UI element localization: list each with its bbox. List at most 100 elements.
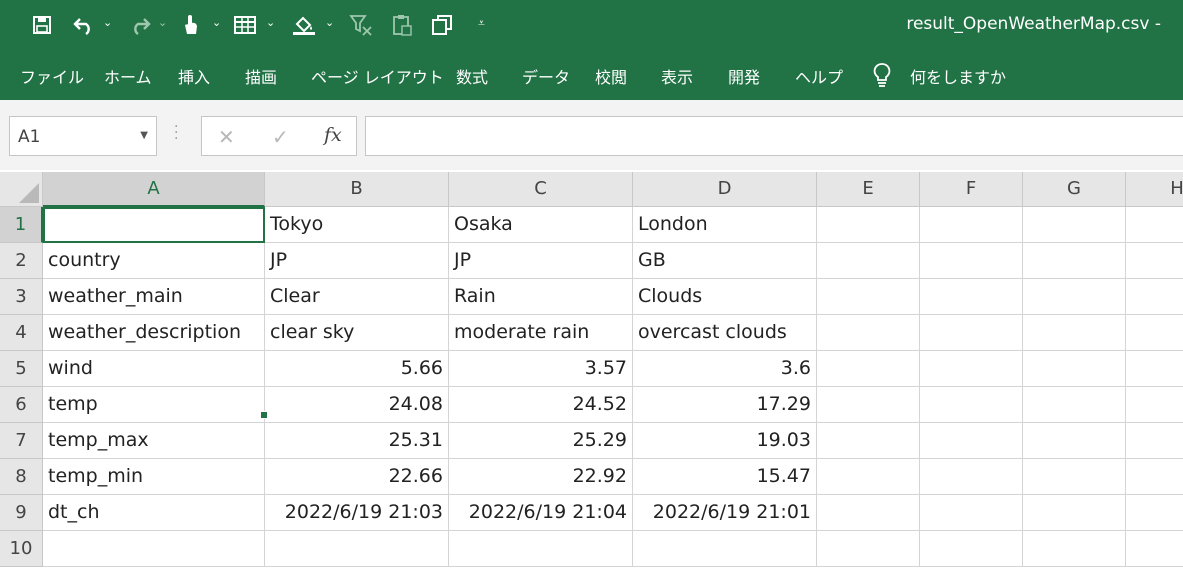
cell-e7[interactable] <box>817 423 920 459</box>
column-header-d[interactable]: D <box>633 172 817 207</box>
redo-dropdown-icon[interactable]: ⌄ <box>158 16 167 29</box>
tab-data[interactable]: データ <box>522 64 570 88</box>
cell-d10[interactable] <box>633 531 817 567</box>
cell-e2[interactable] <box>817 243 920 279</box>
cell-a6[interactable]: temp <box>43 387 265 423</box>
cell-d7[interactable]: 19.03 <box>633 423 817 459</box>
name-box[interactable]: A1 ▼ <box>9 116 157 156</box>
tab-home[interactable]: ホーム <box>104 64 152 88</box>
cell-g10[interactable] <box>1023 531 1126 567</box>
cell-f8[interactable] <box>920 459 1023 495</box>
cell-g9[interactable] <box>1023 495 1126 531</box>
cell-a5[interactable]: wind <box>43 351 265 387</box>
cell-f4[interactable] <box>920 315 1023 351</box>
row-header-3[interactable]: 3 <box>0 279 43 315</box>
table-dropdown-icon[interactable]: ⌄ <box>266 16 275 29</box>
row-header-6[interactable]: 6 <box>0 387 43 423</box>
cell-b8[interactable]: 22.66 <box>265 459 449 495</box>
row-header-4[interactable]: 4 <box>0 315 43 351</box>
column-header-b[interactable]: B <box>265 172 449 207</box>
cell-h6[interactable] <box>1126 387 1183 423</box>
cell-h4[interactable] <box>1126 315 1183 351</box>
formula-input[interactable] <box>365 116 1183 156</box>
cell-f5[interactable] <box>920 351 1023 387</box>
confirm-entry-icon[interactable]: ✓ <box>272 125 289 149</box>
cell-c10[interactable] <box>449 531 633 567</box>
column-header-f[interactable]: F <box>920 172 1023 207</box>
cell-g6[interactable] <box>1023 387 1126 423</box>
cell-f3[interactable] <box>920 279 1023 315</box>
tab-help[interactable]: ヘルプ <box>795 64 843 88</box>
cell-e8[interactable] <box>817 459 920 495</box>
cell-g3[interactable] <box>1023 279 1126 315</box>
column-header-h[interactable]: H <box>1126 172 1183 207</box>
cell-b2[interactable]: JP <box>265 243 449 279</box>
lightbulb-icon[interactable] <box>873 62 891 92</box>
cell-b7[interactable]: 25.31 <box>265 423 449 459</box>
cancel-entry-icon[interactable]: ✕ <box>218 125 235 149</box>
cell-a1[interactable] <box>43 207 265 243</box>
tab-view[interactable]: 表示 <box>661 64 693 88</box>
cell-b5[interactable]: 5.66 <box>265 351 449 387</box>
cell-d2[interactable]: GB <box>633 243 817 279</box>
cell-a8[interactable]: temp_min <box>43 459 265 495</box>
cell-d8[interactable]: 15.47 <box>633 459 817 495</box>
insert-function-icon[interactable]: fx <box>324 124 342 146</box>
cell-f7[interactable] <box>920 423 1023 459</box>
row-header-10[interactable]: 10 <box>0 531 43 567</box>
cell-h7[interactable] <box>1126 423 1183 459</box>
row-header-8[interactable]: 8 <box>0 459 43 495</box>
column-header-e[interactable]: E <box>817 172 920 207</box>
cell-c7[interactable]: 25.29 <box>449 423 633 459</box>
fill-color-icon[interactable] <box>290 12 318 38</box>
fill-dropdown-icon[interactable]: ⌄ <box>325 16 334 29</box>
table-format-icon[interactable] <box>232 12 258 38</box>
row-header-7[interactable]: 7 <box>0 423 43 459</box>
redo-icon[interactable] <box>128 12 152 38</box>
cell-d9[interactable]: 2022/6/19 21:01 <box>633 495 817 531</box>
cell-e6[interactable] <box>817 387 920 423</box>
cell-b6[interactable]: 24.08 <box>265 387 449 423</box>
cell-g8[interactable] <box>1023 459 1126 495</box>
row-header-5[interactable]: 5 <box>0 351 43 387</box>
tab-file[interactable]: ファイル <box>20 64 84 88</box>
cell-e1[interactable] <box>817 207 920 243</box>
cell-g5[interactable] <box>1023 351 1126 387</box>
cell-c9[interactable]: 2022/6/19 21:04 <box>449 495 633 531</box>
paste-values-icon[interactable] <box>390 12 414 38</box>
cell-b9[interactable]: 2022/6/19 21:03 <box>265 495 449 531</box>
cell-e9[interactable] <box>817 495 920 531</box>
cell-h5[interactable] <box>1126 351 1183 387</box>
cell-d4[interactable]: overcast clouds <box>633 315 817 351</box>
name-box-dropdown-icon[interactable]: ▼ <box>140 130 148 141</box>
tab-review[interactable]: 校閲 <box>595 64 627 88</box>
cell-a10[interactable] <box>43 531 265 567</box>
tab-developer[interactable]: 開発 <box>728 64 760 88</box>
tell-me-search[interactable]: 何をしますか <box>910 64 1006 88</box>
row-header-1[interactable]: 1 <box>0 207 43 243</box>
formula-bar-grip-icon[interactable]: · · · <box>174 120 178 146</box>
cell-d1[interactable]: London <box>633 207 817 243</box>
customize-qat-icon[interactable]: ⩡ <box>478 16 485 31</box>
cell-f10[interactable] <box>920 531 1023 567</box>
cell-g4[interactable] <box>1023 315 1126 351</box>
tab-draw[interactable]: 描画 <box>245 64 277 88</box>
undo-icon[interactable] <box>72 12 96 38</box>
cell-h8[interactable] <box>1126 459 1183 495</box>
cell-c6[interactable]: 24.52 <box>449 387 633 423</box>
save-icon[interactable] <box>30 12 54 38</box>
cell-a2[interactable]: country <box>43 243 265 279</box>
cell-b3[interactable]: Clear <box>265 279 449 315</box>
cell-a7[interactable]: temp_max <box>43 423 265 459</box>
select-all-button[interactable] <box>0 172 43 207</box>
clear-filter-icon[interactable] <box>348 12 374 38</box>
cell-d3[interactable]: Clouds <box>633 279 817 315</box>
row-header-2[interactable]: 2 <box>0 243 43 279</box>
cell-c2[interactable]: JP <box>449 243 633 279</box>
touch-mode-icon[interactable] <box>180 12 202 38</box>
column-header-a[interactable]: A <box>43 172 265 207</box>
column-header-g[interactable]: G <box>1023 172 1126 207</box>
cell-b1[interactable]: Tokyo <box>265 207 449 243</box>
cell-b4[interactable]: clear sky <box>265 315 449 351</box>
cell-c8[interactable]: 22.92 <box>449 459 633 495</box>
